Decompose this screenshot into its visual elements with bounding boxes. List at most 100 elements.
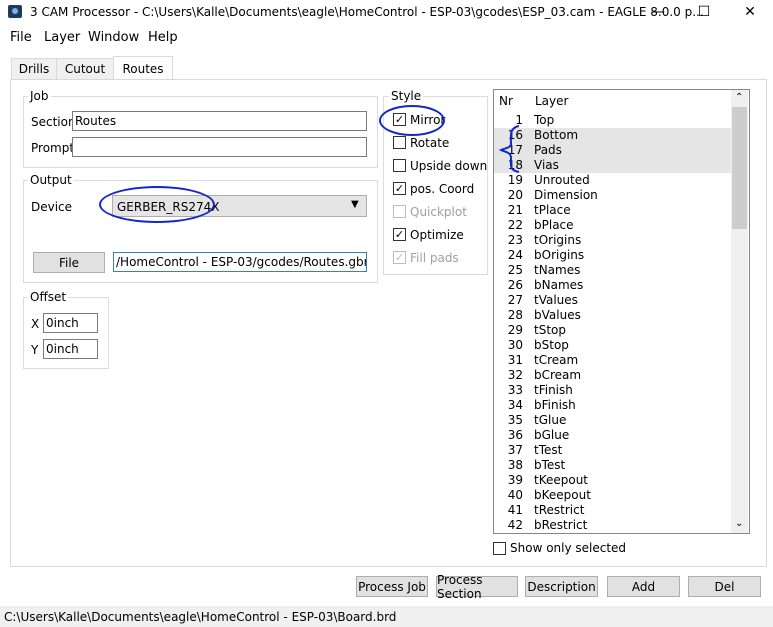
file-button[interactable]: File <box>33 252 105 273</box>
minimize-button[interactable]: — <box>635 0 681 24</box>
rotate-checkbox[interactable] <box>393 136 406 149</box>
layer-row[interactable]: 38 bTest <box>494 458 731 473</box>
layer-nr: 34 <box>507 398 523 412</box>
dropdown-arrow-icon: ▼ <box>351 199 359 210</box>
layer-nr: 27 <box>507 293 523 307</box>
layer-row[interactable]: 34 bFinish <box>494 398 731 413</box>
layer-row[interactable]: 24 bOrigins <box>494 248 731 263</box>
quickplot-label: Quickplot <box>410 205 467 219</box>
layer-nr: 28 <box>507 308 523 322</box>
layer-name: tNames <box>534 263 581 277</box>
scroll-down-icon[interactable]: ⌄ <box>735 518 743 529</box>
scroll-thumb[interactable] <box>732 107 747 229</box>
layer-name: Bottom <box>534 128 579 142</box>
status-bar: C:\Users\Kalle\Documents\eagle\HomeContr… <box>0 606 773 627</box>
layer-nr: 19 <box>507 173 523 187</box>
layer-row[interactable]: 30 bStop <box>494 338 731 353</box>
pos-coord-checkbox[interactable]: ✓ <box>393 182 406 195</box>
layer-row[interactable]: 31 tCream <box>494 353 731 368</box>
layer-nr: 33 <box>507 383 523 397</box>
add-button[interactable]: Add <box>607 576 680 597</box>
layer-row[interactable]: 32 bCream <box>494 368 731 383</box>
layer-list[interactable]: Nr ^ Layer 1 Top 16 Bottom 17 Pads 18 Vias 19 Unr… <box>493 89 750 534</box>
quickplot-checkbox <box>393 205 406 218</box>
layer-nr: 35 <box>507 413 523 427</box>
layer-name: tStop <box>534 323 566 337</box>
layer-name: bFinish <box>534 398 576 412</box>
layer-row[interactable]: 33 tFinish <box>494 383 731 398</box>
tab-drills[interactable]: Drills <box>11 58 57 79</box>
layer-name: Vias <box>534 158 559 172</box>
layer-row[interactable]: 28 bValues <box>494 308 731 323</box>
layer-row[interactable]: 17 Pads <box>494 143 731 158</box>
layer-row[interactable]: 20 Dimension <box>494 188 731 203</box>
layer-row[interactable]: 42 bRestrict <box>494 518 731 533</box>
layer-nr: 38 <box>507 458 523 472</box>
layer-row[interactable]: 36 bGlue <box>494 428 731 443</box>
layer-row[interactable]: 29 tStop <box>494 323 731 338</box>
layer-row[interactable]: 37 tTest <box>494 443 731 458</box>
menu-file[interactable]: File <box>10 30 32 45</box>
offset-x-input[interactable]: 0inch <box>43 313 98 333</box>
tab-cutout[interactable]: Cutout <box>56 58 114 79</box>
menu-help[interactable]: Help <box>148 30 178 45</box>
close-button[interactable]: ✕ <box>727 0 773 24</box>
layer-row[interactable]: 40 bKeepout <box>494 488 731 503</box>
prompt-label: Prompt <box>31 141 75 155</box>
layer-nr: 36 <box>507 428 523 442</box>
output-group-title: Output <box>28 173 74 187</box>
offset-group-title: Offset <box>28 290 69 304</box>
section-input[interactable]: Routes <box>72 111 367 131</box>
offset-y-input[interactable]: 0inch <box>43 339 98 359</box>
show-only-selected-label: Show only selected <box>510 541 627 555</box>
del-button[interactable]: Del <box>688 576 761 597</box>
layer-nr: 41 <box>507 503 523 517</box>
layer-nr: 37 <box>507 443 523 457</box>
layer-row[interactable]: 25 tNames <box>494 263 731 278</box>
tab-routes[interactable]: Routes <box>113 56 173 80</box>
layer-name: Dimension <box>534 188 598 202</box>
layer-row[interactable]: 35 tGlue <box>494 413 731 428</box>
header-nr[interactable]: Nr <box>499 94 513 108</box>
description-button[interactable]: Description <box>525 576 598 597</box>
layer-row[interactable]: 23 tOrigins <box>494 233 731 248</box>
layer-name: bTest <box>534 458 566 472</box>
title-bar: 3 CAM Processor - C:\Users\Kalle\Documen… <box>0 0 773 24</box>
layer-name: bGlue <box>534 428 570 442</box>
layer-row[interactable]: 22 bPlace <box>494 218 731 233</box>
process-job-button[interactable]: Process Job <box>356 576 428 597</box>
layer-row[interactable]: 39 tKeepout <box>494 473 731 488</box>
layer-row[interactable]: 26 bNames <box>494 278 731 293</box>
layer-row[interactable]: 1 Top <box>494 113 731 128</box>
layer-row[interactable]: 18 Vias <box>494 158 731 173</box>
layer-nr: 32 <box>507 368 523 382</box>
layer-list-header: Nr ^ Layer <box>494 90 731 112</box>
layer-name: Unrouted <box>534 173 590 187</box>
upside-down-label: Upside down <box>410 159 488 173</box>
header-layer[interactable]: Layer <box>535 94 568 108</box>
menu-bar: File Layer Window Help <box>0 28 773 48</box>
job-group-title: Job <box>28 89 51 103</box>
upside-down-checkbox[interactable] <box>393 159 406 172</box>
optimize-checkbox[interactable]: ✓ <box>393 228 406 241</box>
layer-row[interactable]: 41 tRestrict <box>494 503 731 518</box>
layer-name: bNames <box>534 278 584 292</box>
layer-row[interactable]: 21 tPlace <box>494 203 731 218</box>
layer-nr: 22 <box>507 218 523 232</box>
menu-layer[interactable]: Layer <box>44 30 80 45</box>
device-label: Device <box>31 200 73 214</box>
scroll-up-icon[interactable]: ⌃ <box>735 92 743 103</box>
layer-row[interactable]: 16 Bottom <box>494 128 731 143</box>
show-only-selected-checkbox[interactable] <box>493 542 506 555</box>
process-section-button[interactable]: Process Section <box>436 573 518 601</box>
layer-list-scrollbar[interactable]: ⌃ ⌄ <box>731 90 748 533</box>
layer-name: tFinish <box>534 383 573 397</box>
prompt-input[interactable] <box>72 137 367 157</box>
layer-row[interactable]: 19 Unrouted <box>494 173 731 188</box>
status-text: C:\Users\Kalle\Documents\eagle\HomeContr… <box>4 610 397 624</box>
offset-y-label: Y <box>31 343 39 357</box>
maximize-button[interactable]: ☐ <box>681 0 727 24</box>
file-path-input[interactable]: /HomeControl - ESP-03/gcodes/Routes.gbr <box>113 252 367 272</box>
layer-row[interactable]: 27 tValues <box>494 293 731 308</box>
menu-window[interactable]: Window <box>88 30 139 45</box>
